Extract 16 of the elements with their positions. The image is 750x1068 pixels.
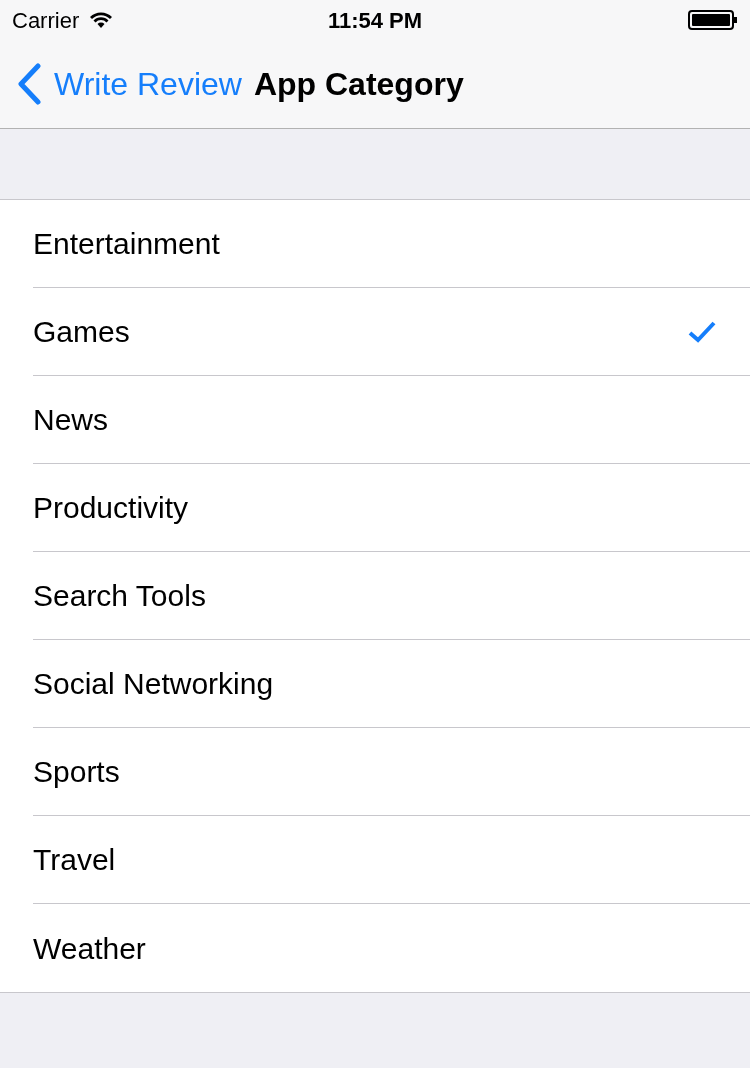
category-row[interactable]: Search Tools	[33, 552, 750, 640]
category-row[interactable]: News	[33, 376, 750, 464]
category-row[interactable]: Sports	[33, 728, 750, 816]
battery-icon	[688, 10, 738, 30]
back-button[interactable]: Write Review	[16, 60, 242, 108]
category-row[interactable]: Entertainment	[33, 200, 750, 288]
category-row[interactable]: Travel	[33, 816, 750, 904]
carrier-label: Carrier	[12, 6, 80, 35]
chevron-left-icon	[16, 63, 42, 105]
screen-title: App Category	[253, 65, 464, 104]
category-row[interactable]: Productivity	[33, 464, 750, 552]
category-row[interactable]: Social Networking	[33, 640, 750, 728]
category-row[interactable]: Weather	[33, 904, 750, 992]
wifi-icon	[89, 11, 114, 29]
category-row[interactable]: Games	[33, 288, 750, 376]
time-label: 11:54 PM	[327, 6, 423, 35]
